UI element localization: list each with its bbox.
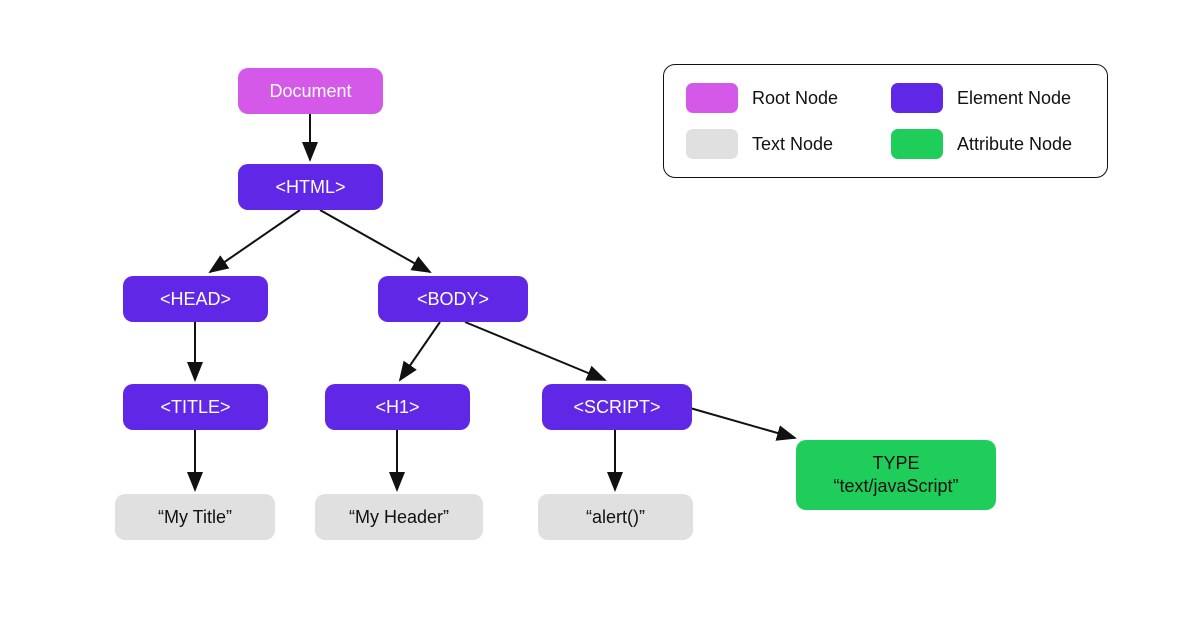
node-script: <SCRIPT>	[542, 384, 692, 430]
node-label: “My Title”	[158, 507, 232, 528]
legend-label: Root Node	[752, 88, 838, 109]
legend-item-root: Root Node	[686, 83, 851, 113]
node-label: <SCRIPT>	[573, 397, 660, 418]
node-label: <TITLE>	[160, 397, 230, 418]
node-label: <HTML>	[275, 177, 345, 198]
node-label: “My Header”	[349, 507, 449, 528]
node-label: <BODY>	[417, 289, 489, 310]
swatch-attribute	[891, 129, 943, 159]
legend-label: Text Node	[752, 134, 833, 155]
node-head: <HEAD>	[123, 276, 268, 322]
node-title: <TITLE>	[123, 384, 268, 430]
node-html: <HTML>	[238, 164, 383, 210]
attr-value: “text/javaScript”	[833, 475, 958, 498]
node-script-text: “alert()”	[538, 494, 693, 540]
swatch-text	[686, 129, 738, 159]
legend-item-attribute: Attribute Node	[891, 129, 1085, 159]
attr-name: TYPE	[872, 452, 919, 475]
node-label: <HEAD>	[160, 289, 231, 310]
legend-label: Attribute Node	[957, 134, 1072, 155]
swatch-root	[686, 83, 738, 113]
node-document: Document	[238, 68, 383, 114]
legend-label: Element Node	[957, 88, 1071, 109]
node-label: <H1>	[375, 397, 419, 418]
legend-item-text: Text Node	[686, 129, 851, 159]
node-label: “alert()”	[586, 507, 645, 528]
node-h1: <H1>	[325, 384, 470, 430]
swatch-element	[891, 83, 943, 113]
node-label: Document	[269, 81, 351, 102]
node-title-text: “My Title”	[115, 494, 275, 540]
node-body: <BODY>	[378, 276, 528, 322]
legend-item-element: Element Node	[891, 83, 1085, 113]
node-attribute-type: TYPE “text/javaScript”	[796, 440, 996, 510]
node-h1-text: “My Header”	[315, 494, 483, 540]
legend: Root Node Element Node Text Node Attribu…	[663, 64, 1108, 178]
